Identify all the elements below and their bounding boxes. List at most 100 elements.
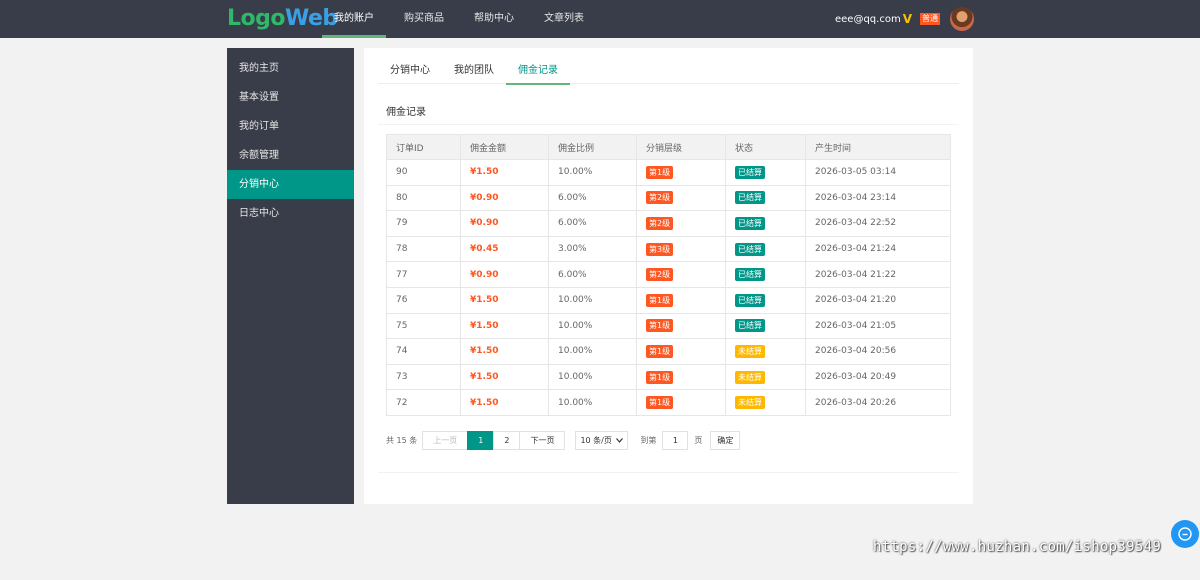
table-row: 78 ¥0.45 3.00% 第3级 已结算 2026-03-04 21:24 bbox=[386, 235, 951, 263]
table-cell: 未结算 bbox=[725, 363, 806, 391]
level-badge: 第1级 bbox=[646, 396, 674, 410]
table-cell: 2026-03-04 22:52 bbox=[805, 210, 951, 237]
table-cell: 2026-03-05 03:14 bbox=[805, 159, 951, 186]
level-badge: 第3级 bbox=[646, 242, 674, 256]
table-cell: 已结算 bbox=[725, 261, 806, 288]
table-cell: 2026-03-04 21:20 bbox=[805, 286, 951, 314]
table-cell: ¥1.50 bbox=[460, 389, 549, 416]
chat-float-button[interactable] bbox=[1171, 520, 1199, 548]
watermark-text: https://www.huzhan.com/ishop39549 bbox=[873, 539, 1162, 555]
chevron-down-icon bbox=[616, 438, 624, 443]
table-cell: 76 bbox=[386, 286, 461, 314]
table-body: 90 ¥1.50 10.00% 第1级 已结算 2026-03-05 03:14 80 ¥0.… bbox=[386, 159, 951, 416]
table-cell: ¥1.50 bbox=[460, 286, 549, 314]
table-cell: 78 bbox=[386, 235, 461, 263]
table-cell: 第2级 bbox=[636, 210, 726, 237]
table-cell: 已结算 bbox=[725, 184, 806, 212]
nav-item-my-account[interactable]: 我的账户 bbox=[322, 0, 386, 38]
tab-my-team[interactable]: 我的团队 bbox=[442, 58, 506, 84]
table-cell: 2026-03-04 20:56 bbox=[805, 338, 951, 365]
table-cell: 10.00% bbox=[548, 159, 637, 186]
table-cell: 10.00% bbox=[548, 312, 637, 340]
sidebar-item[interactable]: 余额管理 bbox=[227, 141, 354, 170]
column-header: 分销层级 bbox=[636, 134, 726, 160]
sidebar-item[interactable]: 我的主页 bbox=[227, 54, 354, 83]
table-cell: 未结算 bbox=[725, 338, 806, 365]
level-badge: 第1级 bbox=[646, 319, 674, 333]
table-cell: ¥0.90 bbox=[460, 210, 549, 237]
table-cell: 2026-03-04 21:22 bbox=[805, 261, 951, 288]
page-button-1[interactable]: 1 bbox=[467, 431, 495, 450]
user-info: eee@qq.com V 普通 bbox=[835, 0, 974, 38]
column-header: 订单ID bbox=[386, 134, 461, 160]
table-cell: 2026-03-04 23:14 bbox=[805, 184, 951, 212]
status-badge: 已结算 bbox=[735, 216, 765, 230]
table-cell: 已结算 bbox=[725, 312, 806, 340]
logo-text-part1: Logo bbox=[227, 6, 286, 31]
table-cell: 10.00% bbox=[548, 286, 637, 314]
table-cell: 第2级 bbox=[636, 184, 726, 212]
total-count: 共 15 条 bbox=[386, 436, 418, 445]
tab-distribution-center[interactable]: 分销中心 bbox=[378, 58, 442, 84]
table-cell: 77 bbox=[386, 261, 461, 288]
page-button-2[interactable]: 2 bbox=[493, 431, 521, 450]
sidebar-item[interactable]: 基本设置 bbox=[227, 83, 354, 112]
sidebar: 我的主页 基本设置 我的订单 余额管理 分销中心 日志中心 bbox=[227, 48, 354, 504]
table-cell: 第1级 bbox=[636, 338, 726, 365]
status-badge: 已结算 bbox=[735, 268, 765, 282]
level-badge: 第2级 bbox=[646, 216, 674, 230]
nav-item-help-center[interactable]: 帮助中心 bbox=[462, 0, 526, 38]
table-cell: 6.00% bbox=[548, 184, 637, 212]
section-title: 佣金记录 bbox=[386, 107, 426, 118]
table-cell: 10.00% bbox=[548, 363, 637, 391]
status-badge: 未结算 bbox=[735, 370, 765, 384]
status-badge: 未结算 bbox=[735, 396, 765, 410]
top-header: LogoWeb 我的账户 购买商品 帮助中心 文章列表 eee@qq.com V… bbox=[0, 0, 1200, 38]
status-badge: 未结算 bbox=[735, 344, 765, 358]
table-cell: 已结算 bbox=[725, 210, 806, 237]
table-cell: 第1级 bbox=[636, 389, 726, 416]
nav-item-buy-goods[interactable]: 购买商品 bbox=[392, 0, 456, 38]
table-cell: 已结算 bbox=[725, 159, 806, 186]
column-header: 佣金金额 bbox=[460, 134, 549, 160]
column-header: 产生时间 bbox=[805, 134, 951, 160]
goto-confirm-button[interactable]: 确定 bbox=[710, 431, 741, 450]
table-row: 72 ¥1.50 10.00% 第1级 未结算 2026-03-04 20:26 bbox=[386, 389, 951, 416]
table-cell: 75 bbox=[386, 312, 461, 340]
page-size-value: 10 条/页 bbox=[580, 436, 612, 445]
goto-label: 到第 bbox=[640, 436, 657, 445]
vip-icon: V bbox=[902, 12, 912, 26]
table-row: 79 ¥0.90 6.00% 第2级 已结算 2026-03-04 22:52 bbox=[386, 210, 951, 237]
table-cell: 74 bbox=[386, 338, 461, 365]
table-cell: 第1级 bbox=[636, 159, 726, 186]
table-row: 73 ¥1.50 10.00% 第1级 未结算 2026-03-04 20:49 bbox=[386, 363, 951, 391]
table-cell: 10.00% bbox=[548, 338, 637, 365]
sidebar-item[interactable]: 日志中心 bbox=[227, 199, 354, 228]
status-badge: 已结算 bbox=[735, 165, 765, 179]
nav-item-article-list[interactable]: 文章列表 bbox=[532, 0, 596, 38]
sidebar-item[interactable]: 我的订单 bbox=[227, 112, 354, 141]
status-badge: 已结算 bbox=[735, 293, 765, 307]
sidebar-item[interactable]: 分销中心 bbox=[227, 170, 354, 199]
table-cell: 10.00% bbox=[548, 389, 637, 416]
prev-page-button[interactable]: 上一页 bbox=[422, 431, 469, 450]
status-badge: 已结算 bbox=[735, 319, 765, 333]
level-badge: 第1级 bbox=[646, 165, 674, 179]
page-size-select[interactable]: 10 条/页 bbox=[575, 431, 629, 450]
table-cell: 已结算 bbox=[725, 286, 806, 314]
next-page-button[interactable]: 下一页 bbox=[519, 431, 566, 450]
user-email[interactable]: eee@qq.com bbox=[835, 14, 901, 25]
table-cell: 第1级 bbox=[636, 312, 726, 340]
table-row: 90 ¥1.50 10.00% 第1级 已结算 2026-03-05 03:14 bbox=[386, 159, 951, 186]
divider bbox=[378, 124, 959, 125]
tab-commission-records[interactable]: 佣金记录 bbox=[506, 58, 570, 85]
avatar[interactable] bbox=[950, 7, 974, 31]
goto-page-input[interactable]: 1 bbox=[662, 431, 689, 450]
level-badge: 第1级 bbox=[646, 293, 674, 307]
table-cell: 第1级 bbox=[636, 363, 726, 391]
table-cell: 已结算 bbox=[725, 235, 806, 263]
table-header-row: 订单ID 佣金金额 佣金比例 分销层级 状态 产生时间 bbox=[386, 134, 951, 160]
pagination: 共 15 条 上一页 1 2 下一页 10 条/页 到第 1 页 确定 bbox=[386, 431, 741, 450]
status-badge: 已结算 bbox=[735, 242, 765, 256]
table-row: 74 ¥1.50 10.00% 第1级 未结算 2026-03-04 20:56 bbox=[386, 338, 951, 365]
